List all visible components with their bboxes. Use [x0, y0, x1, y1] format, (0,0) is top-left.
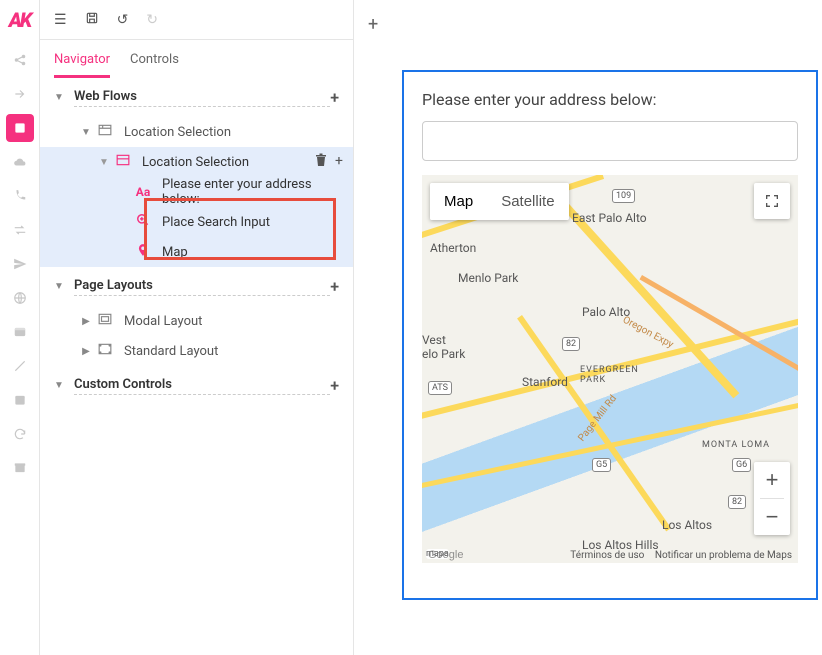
map-place-label: East Palo Alto — [572, 211, 647, 225]
map-place-label: Stanford — [522, 375, 568, 389]
add-webflow-button[interactable]: + — [330, 88, 339, 107]
node-label: Standard Layout — [124, 344, 343, 359]
node-label: Map — [162, 245, 343, 260]
save-icon[interactable] — [85, 11, 99, 29]
rail-page-icon[interactable] — [6, 114, 34, 142]
undo-icon[interactable]: ↺ — [117, 12, 129, 28]
route-shield: G5 — [592, 458, 611, 472]
route-shield: 82 — [562, 337, 580, 351]
chevron-right-icon: ▶ — [80, 316, 92, 327]
address-input[interactable] — [422, 121, 798, 161]
rail-cycle-icon[interactable] — [6, 216, 34, 244]
canvas: + Please enter your address below: East … — [354, 0, 822, 655]
zoom-out-button[interactable]: − — [754, 499, 790, 535]
tab-controls[interactable]: Controls — [130, 42, 179, 78]
node-modal-layout[interactable]: ▶ Modal Layout — [40, 306, 353, 336]
tree: ▼ Web Flows + ▼ Location Selection ▼ Loc… — [40, 78, 353, 655]
rail-window-icon[interactable] — [6, 318, 34, 346]
node-label: Modal Layout — [124, 314, 343, 329]
node-label: Location Selection — [142, 155, 315, 170]
map-place-label: Los Altos — [662, 518, 712, 532]
rail-brush-icon[interactable] — [6, 352, 34, 380]
node-label: Please enter your address below: — [162, 177, 343, 207]
flow-icon — [96, 124, 114, 140]
panel-toolbar: ☰ ↺ ↻ — [40, 0, 353, 40]
report-link[interactable]: Notificar un problema de Maps — [655, 550, 792, 561]
section-pagelayouts[interactable]: ▼ Page Layouts + — [40, 267, 353, 306]
rail-cloud-icon[interactable] — [6, 148, 34, 176]
route-shield: 82 — [728, 495, 746, 509]
rail-calendar-icon[interactable] — [6, 386, 34, 414]
panel-tabs: Navigator Controls — [40, 40, 353, 78]
text-icon: Aa — [134, 185, 152, 199]
map-type-satellite[interactable]: Satellite — [487, 183, 568, 220]
zoom-controls: + − — [754, 462, 790, 535]
node-place-search[interactable]: Place Search Input — [40, 207, 353, 237]
section-label: Page Layouts — [74, 278, 330, 296]
chevron-down-icon: ▼ — [54, 380, 66, 391]
map-place-label: EVERGREEN PARK — [580, 365, 639, 385]
map-place-label: Palo Alto — [582, 305, 630, 319]
rail-globe-icon[interactable] — [6, 284, 34, 312]
node-standard-layout[interactable]: ▶ Standard Layout — [40, 336, 353, 366]
fullscreen-button[interactable] — [754, 183, 790, 219]
chevron-down-icon: ▼ — [98, 157, 110, 168]
map-pin-icon — [134, 243, 152, 261]
tab-navigator[interactable]: Navigator — [54, 42, 110, 78]
address-prompt: Please enter your address below: — [422, 90, 798, 109]
map-type-map[interactable]: Map — [430, 183, 487, 220]
google-logo: Google — [428, 549, 463, 561]
section-label: Custom Controls — [74, 377, 330, 395]
zoom-in-button[interactable]: + — [754, 462, 790, 498]
app-logo: AK — [9, 8, 31, 32]
rail-arrow-icon[interactable] — [6, 80, 34, 108]
map-place-label: Menlo Park — [458, 271, 518, 285]
menu-icon[interactable]: ☰ — [54, 12, 67, 28]
page-icon — [114, 154, 132, 170]
add-layout-button[interactable]: + — [330, 277, 339, 296]
node-label: Place Search Input — [162, 215, 343, 230]
route-shield: 109 — [612, 189, 635, 203]
chevron-down-icon: ▼ — [54, 281, 66, 292]
map-type-switch: Map Satellite — [430, 183, 569, 220]
map-place-label: Vest elo Park — [422, 333, 465, 361]
section-webflows[interactable]: ▼ Web Flows + — [40, 78, 353, 117]
rail-archive-icon[interactable] — [6, 454, 34, 482]
node-location-selection-page[interactable]: ▼ Location Selection + — [40, 147, 353, 177]
search-zoom-icon — [134, 213, 152, 231]
add-control-button[interactable]: + — [330, 376, 339, 395]
route-shield: G6 — [732, 458, 751, 472]
add-child-button[interactable]: + — [335, 153, 343, 171]
add-tab-button[interactable]: + — [368, 14, 378, 35]
rail-phone-icon[interactable] — [6, 182, 34, 210]
modal-icon — [96, 313, 114, 329]
navigator-panel: ☰ ↺ ↻ Navigator Controls ▼ Web Flows + ▼… — [40, 0, 354, 655]
preview-frame: Please enter your address below: East Pa… — [402, 70, 818, 600]
chevron-down-icon: ▼ — [80, 127, 92, 138]
map-legal: Términos de uso Notificar un problema de… — [562, 550, 792, 561]
route-shield: ATS — [428, 381, 452, 395]
map-place-label: Atherton — [430, 241, 476, 255]
delete-icon[interactable] — [315, 153, 327, 171]
chevron-right-icon: ▶ — [80, 346, 92, 357]
layout-icon — [96, 343, 114, 359]
section-customcontrols[interactable]: ▼ Custom Controls + — [40, 366, 353, 405]
left-rail: AK — [0, 0, 40, 655]
node-label: Location Selection — [124, 125, 343, 140]
node-location-selection-flow[interactable]: ▼ Location Selection — [40, 117, 353, 147]
redo-icon[interactable]: ↻ — [146, 12, 158, 28]
rail-share-icon[interactable] — [6, 46, 34, 74]
map-place-label: MONTA LOMA — [702, 440, 770, 450]
node-map[interactable]: Map — [40, 237, 353, 267]
section-label: Web Flows — [74, 89, 330, 107]
map-widget[interactable]: East Palo Alto Atherton Menlo Park Palo … — [422, 175, 798, 563]
rail-refresh-icon[interactable] — [6, 420, 34, 448]
chevron-down-icon: ▼ — [54, 92, 66, 103]
node-address-label[interactable]: Aa Please enter your address below: — [40, 177, 353, 207]
rail-send-icon[interactable] — [6, 250, 34, 278]
terms-link[interactable]: Términos de uso — [570, 550, 644, 561]
